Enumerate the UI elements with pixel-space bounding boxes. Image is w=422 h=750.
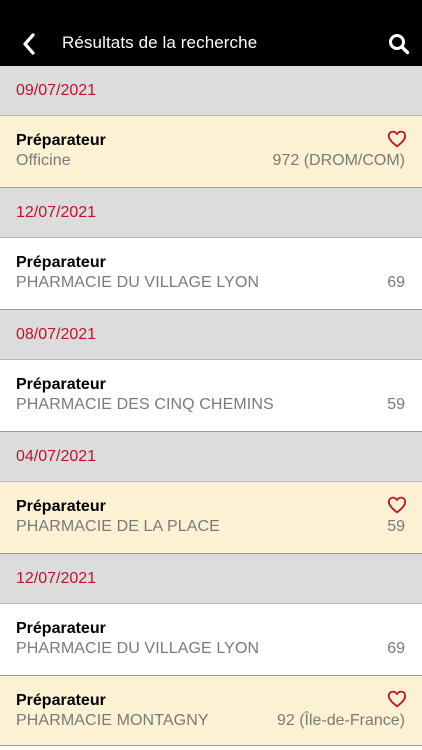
- date-label: 04/07/2021: [16, 448, 97, 465]
- date-header: 08/07/2021: [0, 310, 422, 360]
- location-label: 59: [387, 396, 405, 413]
- location-label: 69: [387, 640, 405, 657]
- location-label: 59: [387, 518, 405, 535]
- date-label: 08/07/2021: [16, 326, 97, 343]
- date-label: 09/07/2021: [16, 82, 97, 99]
- top-bar: Résultats de la recherche: [0, 0, 422, 66]
- date-header: 09/07/2021: [0, 66, 422, 116]
- pharmacy-name: PHARMACIE DU VILLAGE LYON: [16, 640, 260, 657]
- pharmacy-name: PHARMACIE MONTAGNY: [16, 712, 209, 729]
- location-label: 92 (Île-de-France): [276, 712, 405, 729]
- search-icon: [389, 34, 410, 55]
- location-label: 69: [387, 274, 405, 291]
- location-label: 972 (DROM/COM): [272, 152, 405, 169]
- date-label: 12/07/2021: [16, 570, 97, 587]
- list-item[interactable]: Préparateur PHARMACIE DU VILLAGE LYON 69: [0, 238, 422, 310]
- pharmacy-name: PHARMACIE DE LA PLACE: [16, 518, 220, 535]
- list-item[interactable]: Préparateur Officine 972 (DROM/COM): [0, 116, 422, 188]
- pharmacy-name: PHARMACIE DU VILLAGE LYON: [16, 274, 260, 291]
- job-title: Préparateur: [16, 498, 106, 515]
- list-item[interactable]: Préparateur PHARMACIE MONTAGNY 92 (Île-d…: [0, 676, 422, 746]
- date-header: 12/07/2021: [0, 188, 422, 238]
- job-title: Préparateur: [16, 692, 106, 709]
- results-list: 09/07/2021 Préparateur Officine 972 (DRO…: [0, 66, 422, 746]
- date-header: 12/07/2021: [0, 554, 422, 604]
- heart-icon[interactable]: [387, 496, 407, 514]
- job-title: Préparateur: [16, 254, 106, 271]
- pharmacy-name: PHARMACIE DES CINQ CHEMINS: [16, 396, 274, 413]
- list-item[interactable]: Préparateur PHARMACIE DES CINQ CHEMINS 5…: [0, 360, 422, 432]
- page-title: Résultats de la recherche: [62, 33, 258, 52]
- pharmacy-name: Officine: [16, 152, 71, 169]
- heart-icon[interactable]: [387, 130, 407, 148]
- back-button[interactable]: [14, 29, 44, 59]
- job-title: Préparateur: [16, 376, 106, 393]
- job-title: Préparateur: [16, 132, 106, 149]
- list-item[interactable]: Préparateur PHARMACIE DE LA PLACE 59: [0, 482, 422, 554]
- list-item[interactable]: Préparateur PHARMACIE DU VILLAGE LYON 69: [0, 604, 422, 676]
- date-header: 04/07/2021: [0, 432, 422, 482]
- job-title: Préparateur: [16, 620, 106, 637]
- chevron-left-icon: [23, 33, 35, 55]
- date-label: 12/07/2021: [16, 204, 97, 221]
- heart-icon[interactable]: [387, 690, 407, 708]
- search-button[interactable]: [384, 29, 414, 59]
